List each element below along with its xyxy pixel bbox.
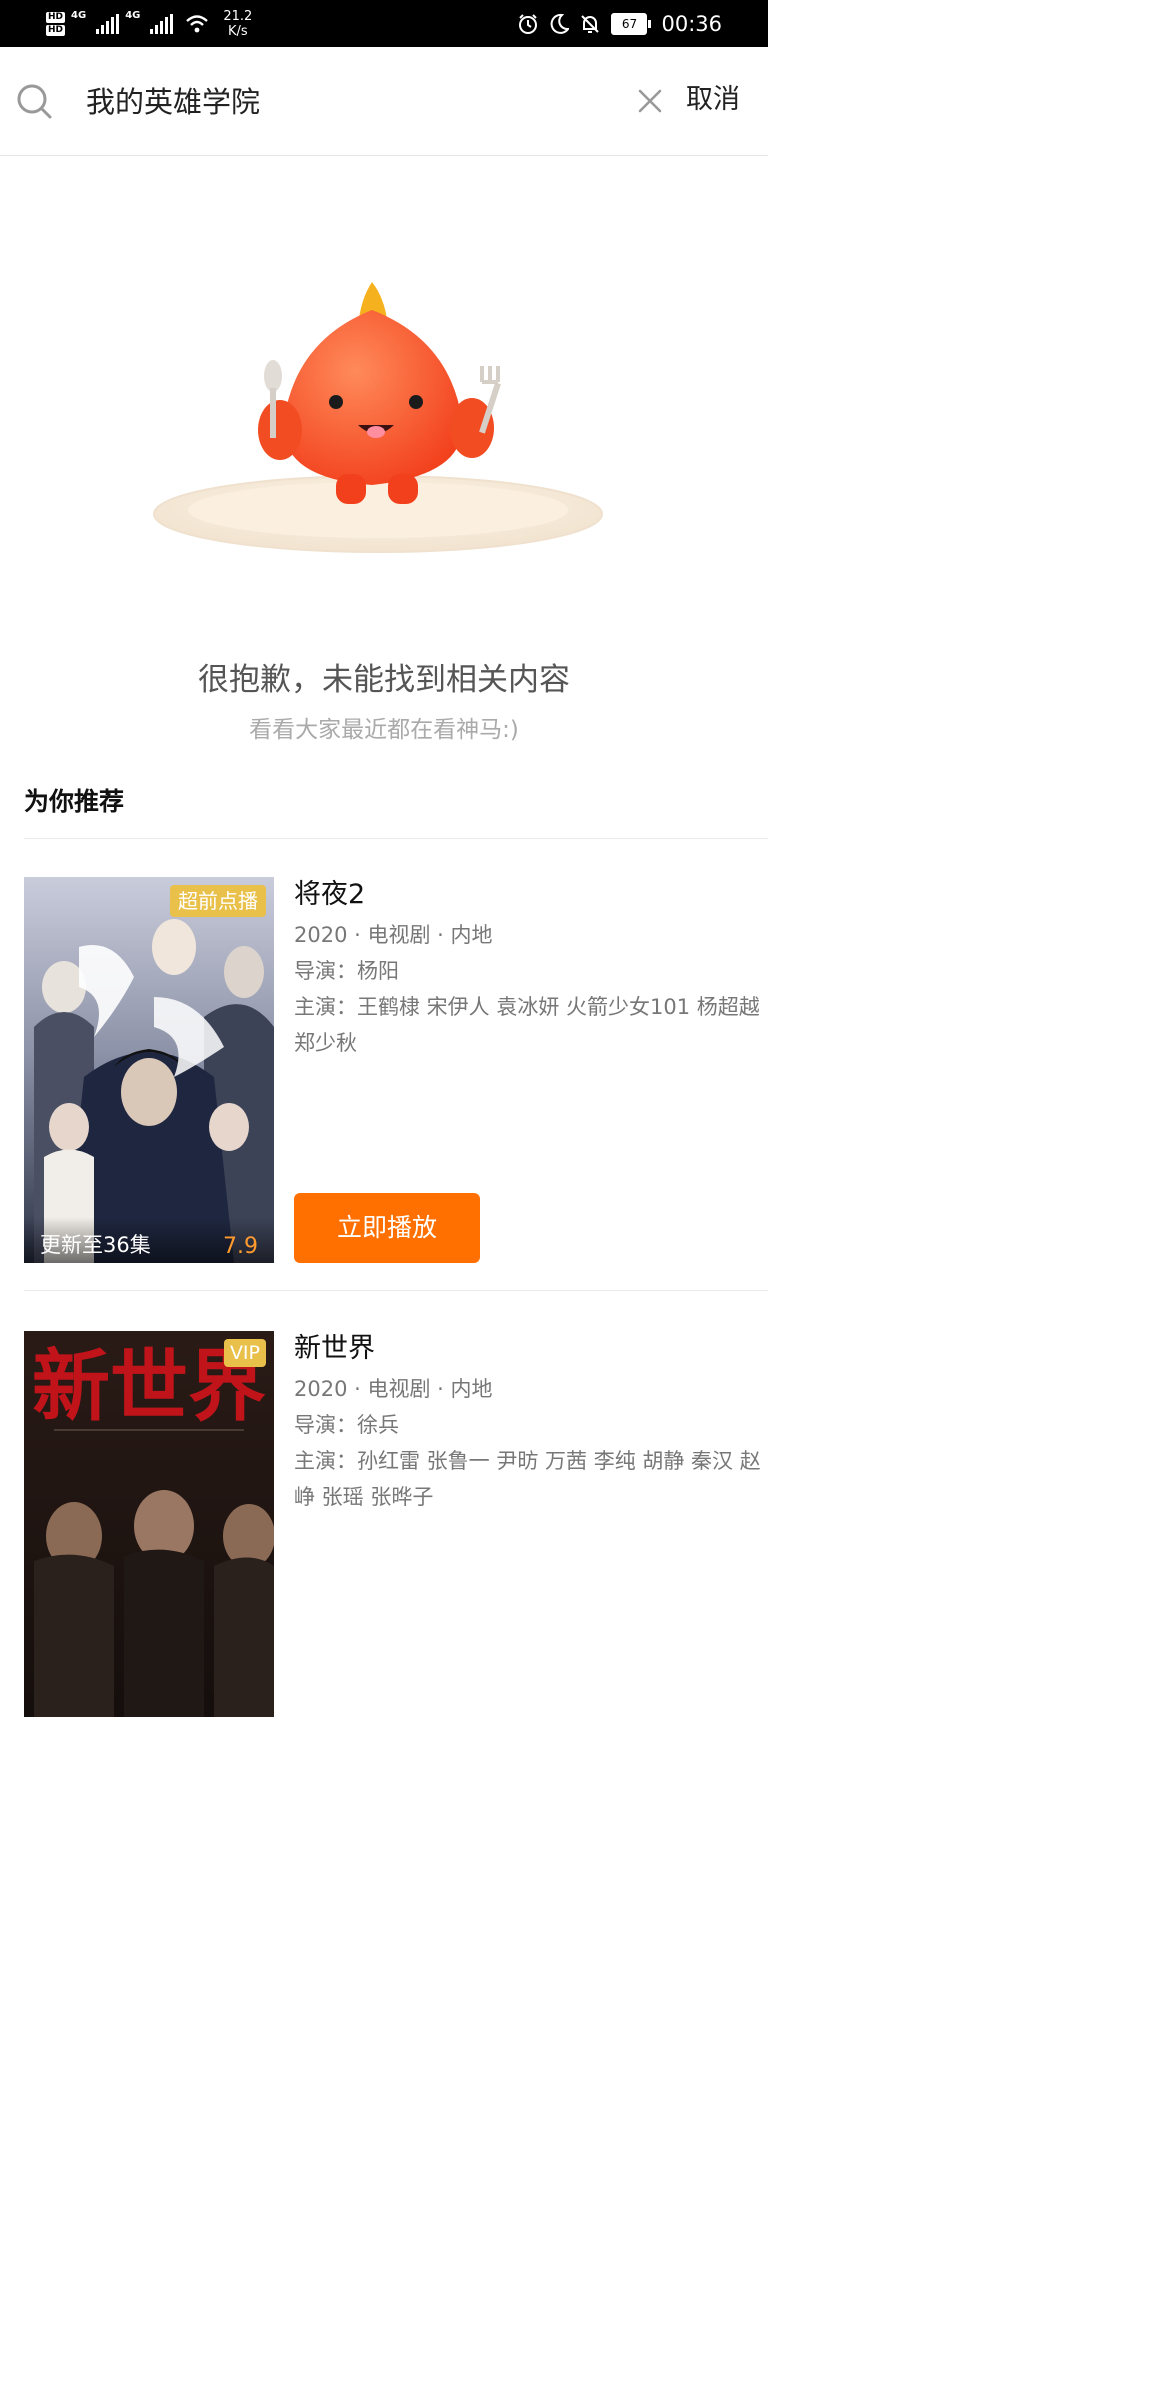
status-badge: 超前点播 xyxy=(170,885,266,917)
play-now-button[interactable]: 立即播放 xyxy=(294,1193,480,1263)
search-input[interactable] xyxy=(86,77,606,123)
network-type-2: 4G xyxy=(125,10,141,21)
status-bar: HD HD 4G 4G 21.2 K/s 67 00:36 xyxy=(0,0,768,47)
section-title: 为你推荐 xyxy=(24,787,125,816)
card-title[interactable]: 将夜2 xyxy=(294,877,764,913)
clock: 00:36 xyxy=(661,11,722,36)
divider xyxy=(24,1290,768,1291)
network-type-1: 4G xyxy=(71,10,87,21)
card-cast: 主演：孙红雷 张鲁一 尹昉 万茜 李纯 胡静 秦汉 赵峥 张瑶 张晔子 xyxy=(294,1449,761,1509)
search-icon xyxy=(17,84,52,119)
battery-icon: 67 xyxy=(611,12,652,35)
episode-update: 更新至36集 xyxy=(40,1233,151,1257)
poster-image[interactable]: 新世界 VIP xyxy=(24,1331,274,1717)
status-left: HD HD 4G 4G 21.2 K/s xyxy=(46,4,252,44)
poster-image[interactable]: 超前点播 更新至36集 7.9 xyxy=(24,877,274,1263)
empty-mascot-illustration xyxy=(153,282,603,553)
card-meta: 2020 · 电视剧 · 内地 xyxy=(294,923,493,947)
status-right: 67 00:36 xyxy=(517,0,722,47)
card-director: 导演：杨阳 xyxy=(294,959,399,983)
signal-icon xyxy=(96,14,120,34)
signal-icon-2 xyxy=(150,14,174,34)
clear-icon[interactable] xyxy=(636,87,664,115)
rating-score: 7.9 xyxy=(223,1234,258,1259)
empty-state-title: 很抱歉，未能找到相关内容 xyxy=(198,662,570,698)
empty-state-subtitle: 看看大家最近都在看神马:) xyxy=(249,717,519,743)
card-info: 将夜2 2020 · 电视剧 · 内地 导演：杨阳 主演：王鹤棣 宋伊人 袁冰妍… xyxy=(294,877,764,1061)
card-director: 导演：徐兵 xyxy=(294,1413,399,1437)
alarm-icon xyxy=(519,13,538,34)
card-cast: 主演：王鹤棣 宋伊人 袁冰妍 火箭少女101 杨超越 郑少秋 xyxy=(294,995,760,1055)
network-speed: 21.2 K/s xyxy=(223,9,253,39)
search-header: 取消 xyxy=(0,47,768,156)
poster-art: 新世界 xyxy=(24,1331,274,1717)
vip-badge: VIP xyxy=(223,1339,266,1367)
mute-bell-icon xyxy=(581,14,600,33)
wifi-icon xyxy=(186,15,209,33)
moon-icon xyxy=(551,13,570,34)
card-title[interactable]: 新世界 xyxy=(294,1331,764,1367)
card-meta: 2020 · 电视剧 · 内地 xyxy=(294,1377,493,1401)
hd-indicator: HD HD xyxy=(46,12,66,36)
card-info: 新世界 2020 · 电视剧 · 内地 导演：徐兵 主演：孙红雷 张鲁一 尹昉 … xyxy=(294,1331,764,1515)
divider xyxy=(24,838,768,839)
cancel-button[interactable]: 取消 xyxy=(686,77,740,123)
poster-art xyxy=(24,877,274,1263)
